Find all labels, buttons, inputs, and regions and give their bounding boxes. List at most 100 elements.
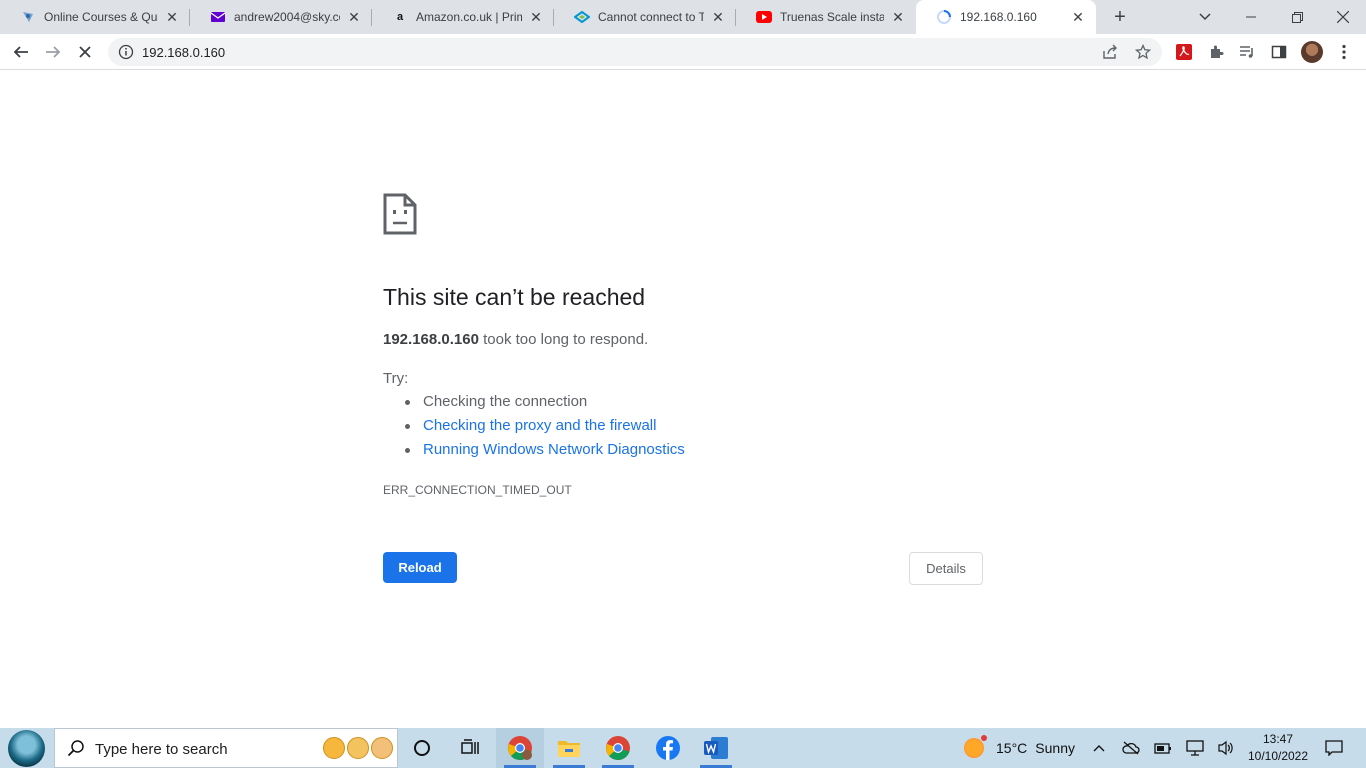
restore-icon: [1291, 11, 1303, 23]
tab-title: andrew2004@sky.com: [234, 10, 340, 24]
arrow-right-icon: [46, 46, 61, 58]
close-icon[interactable]: ✕: [890, 9, 906, 25]
taskbar-facebook[interactable]: [644, 728, 692, 768]
taskbar-chrome-profile[interactable]: [496, 728, 544, 768]
tab-strip: Online Courses & Qua ✕ andrew2004@sky.co…: [0, 0, 1366, 34]
sun-icon: [964, 735, 987, 758]
facebook-icon: [656, 736, 680, 760]
pdf-icon: [1176, 44, 1192, 60]
puzzle-icon: [1211, 45, 1224, 58]
suggestion-network-diagnostics-link[interactable]: Running Windows Network Diagnostics: [405, 441, 685, 465]
weather-temp: 15°C: [996, 740, 1028, 756]
sad-document-icon: [383, 193, 417, 235]
extensions-button[interactable]: [1202, 38, 1230, 66]
cortana-button[interactable]: [398, 728, 446, 768]
error-code: ERR_CONNECTION_TIMED_OUT: [383, 483, 572, 497]
close-icon[interactable]: ✕: [1070, 9, 1086, 25]
arrow-left-icon: [13, 46, 28, 58]
profile-avatar[interactable]: [1301, 41, 1323, 63]
battery-tray[interactable]: [1148, 728, 1178, 768]
chevron-up-icon: [1093, 745, 1105, 752]
tab-title: Online Courses & Qua: [44, 10, 158, 24]
taskbar-file-explorer[interactable]: [545, 728, 593, 768]
task-view-icon: [461, 739, 479, 754]
word-icon: [704, 737, 728, 759]
taskbar: Type here to search 15°C Sunny 13:47 10/…: [0, 728, 1366, 768]
clock-time: 13:47: [1262, 732, 1294, 746]
error-message: took too long to respond.: [478, 331, 649, 348]
start-button[interactable]: [8, 730, 45, 767]
volume-tray[interactable]: [1211, 728, 1241, 768]
chrome-icon: [606, 736, 630, 760]
emoji-icon: [347, 737, 369, 759]
emoji-icon: [371, 737, 393, 759]
truenas-icon: [574, 9, 590, 25]
taskbar-word[interactable]: [692, 728, 740, 768]
suggestions-list: Checking the connection Checking the pro…: [405, 393, 685, 465]
taskbar-search[interactable]: Type here to search: [54, 728, 398, 768]
tab-search-button[interactable]: [1182, 0, 1228, 34]
error-heading: This site can’t be reached: [383, 284, 646, 310]
emoji-icon: [323, 737, 345, 759]
info-icon[interactable]: [118, 44, 134, 60]
tab-online-courses[interactable]: Online Courses & Qua ✕: [0, 0, 190, 34]
tab-mail[interactable]: andrew2004@sky.com ✕: [190, 0, 372, 34]
tab-title: 192.168.0.160: [960, 10, 1037, 24]
back-button[interactable]: [7, 38, 35, 66]
tab-title: Amazon.co.uk | Prime: [416, 10, 522, 24]
close-window-button[interactable]: [1320, 0, 1366, 34]
tab-truenas[interactable]: Cannot connect to Tru ✕: [554, 0, 736, 34]
try-label: Try:: [383, 370, 409, 387]
close-icon[interactable]: ✕: [528, 9, 544, 25]
share-icon[interactable]: [1102, 44, 1118, 60]
close-icon[interactable]: ✕: [164, 9, 180, 25]
cloud-off-icon: [1122, 741, 1140, 755]
restore-button[interactable]: [1274, 0, 1320, 34]
address-bar[interactable]: 192.168.0.160: [108, 38, 1162, 66]
acrobat-extension-button[interactable]: [1170, 38, 1198, 66]
chrome-icon: [508, 736, 532, 760]
close-icon[interactable]: ✕: [710, 9, 726, 25]
chrome-menu-button[interactable]: [1330, 38, 1358, 66]
tab-title: Cannot connect to Tru: [598, 10, 704, 24]
amazon-icon: a: [396, 11, 404, 23]
browser-toolbar: 192.168.0.160: [0, 34, 1366, 70]
speaker-icon: [1218, 740, 1233, 756]
weather-condition: Sunny: [1035, 740, 1075, 756]
folder-icon: [558, 741, 580, 757]
show-hidden-icons-button[interactable]: [1084, 728, 1114, 768]
task-view-button[interactable]: [446, 728, 494, 768]
suggestion-proxy-firewall-link[interactable]: Checking the proxy and the firewall: [405, 417, 685, 441]
system-clock[interactable]: 13:47 10/10/2022: [1240, 731, 1316, 765]
search-placeholder: Type here to search: [95, 741, 228, 758]
more-vert-icon: [1342, 44, 1346, 60]
url-text[interactable]: 192.168.0.160: [142, 45, 225, 60]
bookmark-star-icon[interactable]: [1135, 44, 1151, 60]
error-description: 192.168.0.160 took too long to respond.: [383, 331, 648, 348]
tab-youtube[interactable]: Truenas Scale install a ✕: [736, 0, 916, 34]
new-tab-button[interactable]: +: [1108, 5, 1132, 29]
taskbar-chrome[interactable]: [594, 728, 642, 768]
tab-title: Truenas Scale install a: [780, 10, 884, 24]
error-host: 192.168.0.160: [383, 331, 479, 348]
tab-active-page[interactable]: 192.168.0.160 ✕: [916, 0, 1096, 34]
network-tray[interactable]: [1180, 728, 1210, 768]
search-icon: [67, 740, 84, 757]
onedrive-tray[interactable]: [1116, 728, 1146, 768]
reload-button[interactable]: Reload: [383, 552, 457, 583]
action-center-button[interactable]: [1318, 728, 1350, 768]
forward-button[interactable]: [39, 38, 67, 66]
chevron-down-icon: [1199, 13, 1211, 21]
stop-loading-button[interactable]: [71, 38, 99, 66]
media-control-button[interactable]: [1233, 38, 1261, 66]
minimize-button[interactable]: [1228, 0, 1274, 34]
suggestion-check-connection: Checking the connection: [405, 393, 685, 417]
courses-icon: [20, 9, 36, 25]
side-panel-button[interactable]: [1265, 38, 1293, 66]
weather-widget[interactable]: 15°C Sunny: [964, 728, 1075, 768]
close-icon[interactable]: ✕: [346, 9, 362, 25]
loading-spinner-icon: [936, 9, 952, 25]
search-highlight-icon[interactable]: [323, 737, 393, 759]
details-button[interactable]: Details: [909, 552, 983, 585]
tab-amazon[interactable]: a Amazon.co.uk | Prime ✕: [372, 0, 554, 34]
